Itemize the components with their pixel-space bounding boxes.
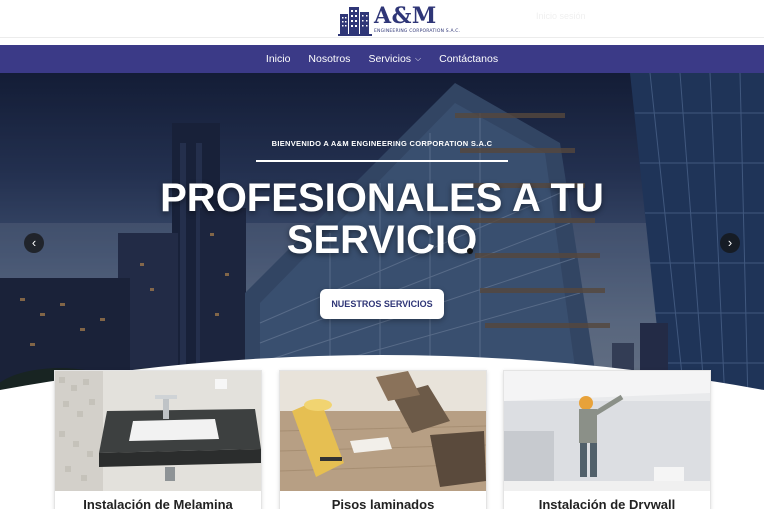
hero-kicker: BIENVENIDO A A&M ENGINEERING CORPORATION… — [271, 139, 493, 148]
hero-title: PROFESIONALES A TU SERVICIO — [0, 177, 764, 261]
service-card-title: Pisos laminados — [331, 497, 435, 509]
hero-title-line-1: PROFESIONALES A TU — [160, 176, 604, 220]
brand-name: A&M — [374, 3, 437, 29]
chevron-left-icon: ‹ — [31, 235, 37, 250]
service-card-title: Instalación de Melamina — [83, 497, 233, 509]
top-link[interactable]: Inicio sesión — [536, 11, 586, 21]
slider-prev-button[interactable]: ‹ — [24, 233, 44, 253]
nav-item-servicios[interactable]: Servicios ⌵ — [368, 53, 421, 65]
brand-subtitle: ENGINEERING CORPORATION S.A.C. — [374, 29, 461, 34]
main-nav: Inicio Nosotros Servicios ⌵ Contáctanos — [0, 45, 764, 73]
service-card-title: Instalación de Drywall — [538, 497, 676, 509]
nav-item-label: Nosotros — [308, 53, 351, 65]
our-services-button[interactable]: NUESTROS SERVICIOS — [320, 289, 444, 319]
slider-next-button[interactable]: › — [720, 233, 740, 253]
nav-item-label: Servicios — [368, 53, 412, 65]
hero-divider — [256, 160, 508, 162]
worker-ceiling-image — [504, 371, 710, 491]
laminate-floor-image — [280, 371, 486, 491]
nav-item-label: Contáctanos — [439, 53, 499, 65]
nav-item-nosotros[interactable]: Nosotros — [308, 53, 350, 65]
buildings-logo-icon — [338, 7, 372, 36]
hero-title-line-2: SERVICIO — [286, 218, 478, 262]
service-card-melamina[interactable]: Instalación de Melamina — [54, 370, 262, 509]
logo[interactable]: A&M ENGINEERING CORPORATION S.A.C. — [338, 4, 460, 36]
chevron-down-icon: ⌵ — [415, 54, 422, 63]
page: A&M ENGINEERING CORPORATION S.A.C. Inici… — [0, 0, 764, 509]
nav-item-contactanos[interactable]: Contáctanos — [439, 53, 498, 65]
service-card-pisos[interactable]: Pisos laminados — [279, 370, 487, 509]
service-card-drywall[interactable]: Instalación de Drywall — [503, 370, 711, 509]
nav-item-inicio[interactable]: Inicio — [266, 53, 291, 65]
slide-indicator-dot[interactable] — [467, 248, 473, 254]
chevron-right-icon: › — [727, 235, 733, 250]
top-header: A&M ENGINEERING CORPORATION S.A.C. Inici… — [0, 0, 764, 38]
bathroom-vanity-image — [55, 371, 261, 491]
nav-item-label: Inicio — [265, 53, 291, 65]
